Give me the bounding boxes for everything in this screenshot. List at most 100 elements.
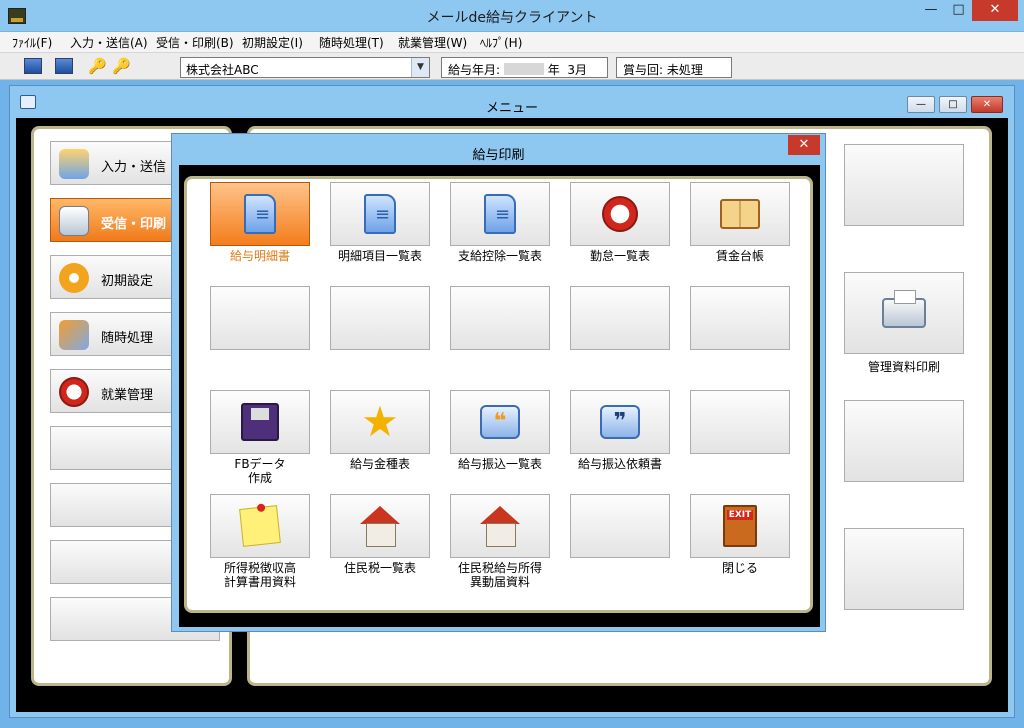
sidebar-item-label: 入力・送信 [101,160,167,175]
sidebar-item-label: 受信・印刷 [101,217,167,232]
denomination-table-label: 給与金種表 [349,457,410,471]
company-select[interactable]: 株式会社ABC ▼ [180,57,430,78]
close-dialog-label: 閉じる [721,561,758,575]
right-menu-button-empty[interactable] [844,144,964,226]
resident-tax-list-button[interactable] [330,494,430,558]
transfer-list-label: 給与振込一覧表 [457,457,542,471]
attendance-list-button[interactable] [570,182,670,246]
resident-tax-list-label: 住民税一覧表 [343,561,416,575]
resident-tax-change-button[interactable] [450,494,550,558]
key-icon[interactable]: 🔑 [88,58,107,74]
close-button[interactable]: ✕ [972,0,1018,21]
tools-icon [59,320,89,350]
pay-period-month: 3月 [567,63,587,77]
payslip-button[interactable] [210,182,310,246]
sidebar-item-label: 初期設定 [101,274,154,289]
resident-tax-change-label: 住民税給与所得 異動届資料 [457,561,542,589]
app-titlebar: メールde給与クライアント — □ ✕ [0,0,1024,32]
sidebar-item-label: 就業管理 [101,388,154,403]
document-icon [244,194,276,234]
management-print-button[interactable] [844,272,964,354]
wage-ledger-button[interactable] [690,182,790,246]
chevron-down-icon[interactable]: ▼ [411,58,429,77]
key-icon[interactable]: 🔑 [112,58,131,74]
sidebar-item-label: 随時処理 [101,331,154,346]
toolbar: 🔑 🔑 株式会社ABC ▼ 給与年月: 年 3月 賞与回: 未処理 [0,52,1024,80]
right-menu-button-empty[interactable] [844,400,964,482]
menu-titlebar: メニュー — □ ✕ [10,86,1014,118]
empty-button[interactable] [570,286,670,350]
wage-ledger-label: 賃金台帳 [715,249,764,263]
pay-period-year-masked [503,63,544,75]
image-icon[interactable] [24,58,42,74]
menu-title: メニュー [485,101,538,116]
receive-print-icon [59,206,89,236]
pay-period-label: 給与年月: [448,63,501,77]
pay-period-year-suffix: 年 [547,63,560,77]
quote-folder-icon: ❞ [600,405,640,439]
dialog-button-grid: 給与明細書 明細項目一覧表 支給控除一覧表 勤怠一覧表 賃金台帳 FBデータ 作… [184,176,813,613]
menu-maximize-button[interactable]: □ [939,96,967,113]
bonus-label: 賞与回: [623,63,664,77]
transfer-list-button[interactable]: ❝ [450,390,550,454]
house-icon [360,506,400,547]
pay-period-field: 給与年月: 年 3月 [441,57,608,78]
menubar: ﾌｧｲﾙ(F) 入力・送信(A) 受信・印刷(B) 初期設定(I) 随時処理(T… [0,32,1024,52]
dialog-close-button[interactable]: ✕ [788,135,820,155]
bonus-value: 未処理 [666,63,703,77]
bonus-field: 賞与回: 未処理 [616,57,732,78]
image-icon[interactable] [55,58,73,74]
transfer-request-label: 給与振込依頼書 [577,457,662,471]
floppy-disk-icon [241,403,279,441]
management-print-label: 管理資料印刷 [867,360,940,374]
document-list-icon [484,194,516,234]
fb-data-label: FBデータ 作成 [234,457,286,485]
quote-bubble-icon: ❝ [480,405,520,439]
empty-button[interactable] [330,286,430,350]
empty-button[interactable] [450,286,550,350]
house-person-icon [480,506,520,547]
denomination-table-button[interactable]: ★ [330,390,430,454]
exit-door-icon [723,505,757,547]
attendance-list-label: 勤怠一覧表 [589,249,650,263]
close-dialog-button[interactable] [690,494,790,558]
payslip-label: 給与明細書 [229,249,290,263]
clock-icon [59,377,89,407]
gear-icon [59,263,89,293]
sticky-note-icon [239,505,281,547]
menu-work-management[interactable]: 就業管理(W) [398,34,467,51]
fb-data-button[interactable] [210,390,310,454]
maximize-button[interactable]: □ [945,0,972,21]
star-icon: ★ [361,397,399,446]
printer-icon [882,290,926,328]
payroll-print-dialog: 給与印刷 ✕ 給与明細書 明細項目一覧表 支給控除一覧表 勤怠一覧表 賃金台帳 … [171,133,826,632]
menu-minimize-button[interactable]: — [907,96,935,113]
item-list-button[interactable] [330,182,430,246]
income-tax-button[interactable] [210,494,310,558]
app-title: メールde給与クライアント [426,10,598,26]
company-name: 株式会社ABC [186,63,259,77]
input-send-icon [59,149,89,179]
menu-file[interactable]: ﾌｧｲﾙ(F) [12,34,52,51]
empty-button[interactable] [210,286,310,350]
menu-close-button[interactable]: ✕ [971,96,1003,113]
deduction-list-label: 支給控除一覧表 [457,249,542,263]
menu-initial-settings[interactable]: 初期設定(I) [242,34,303,51]
deduction-list-button[interactable] [450,182,550,246]
menu-help[interactable]: ﾍﾙﾌﾟ(H) [480,34,522,51]
empty-button[interactable] [570,494,670,558]
empty-button[interactable] [690,286,790,350]
dialog-body: 給与明細書 明細項目一覧表 支給控除一覧表 勤怠一覧表 賃金台帳 FBデータ 作… [179,165,820,627]
income-tax-label: 所得税徴収高 計算書用資料 [223,561,296,589]
right-menu-button-empty[interactable] [844,528,964,610]
transfer-request-button[interactable]: ❞ [570,390,670,454]
minimize-button[interactable]: — [917,0,945,21]
menu-receive-print[interactable]: 受信・印刷(B) [156,34,234,51]
empty-button[interactable] [690,390,790,454]
alarm-clock-icon [602,196,638,232]
menu-input-send[interactable]: 入力・送信(A) [70,34,148,51]
open-book-icon [720,199,760,229]
dialog-title: 給与印刷 [472,148,525,163]
menu-adhoc-processing[interactable]: 随時処理(T) [319,34,384,51]
item-list-label: 明細項目一覧表 [337,249,422,263]
